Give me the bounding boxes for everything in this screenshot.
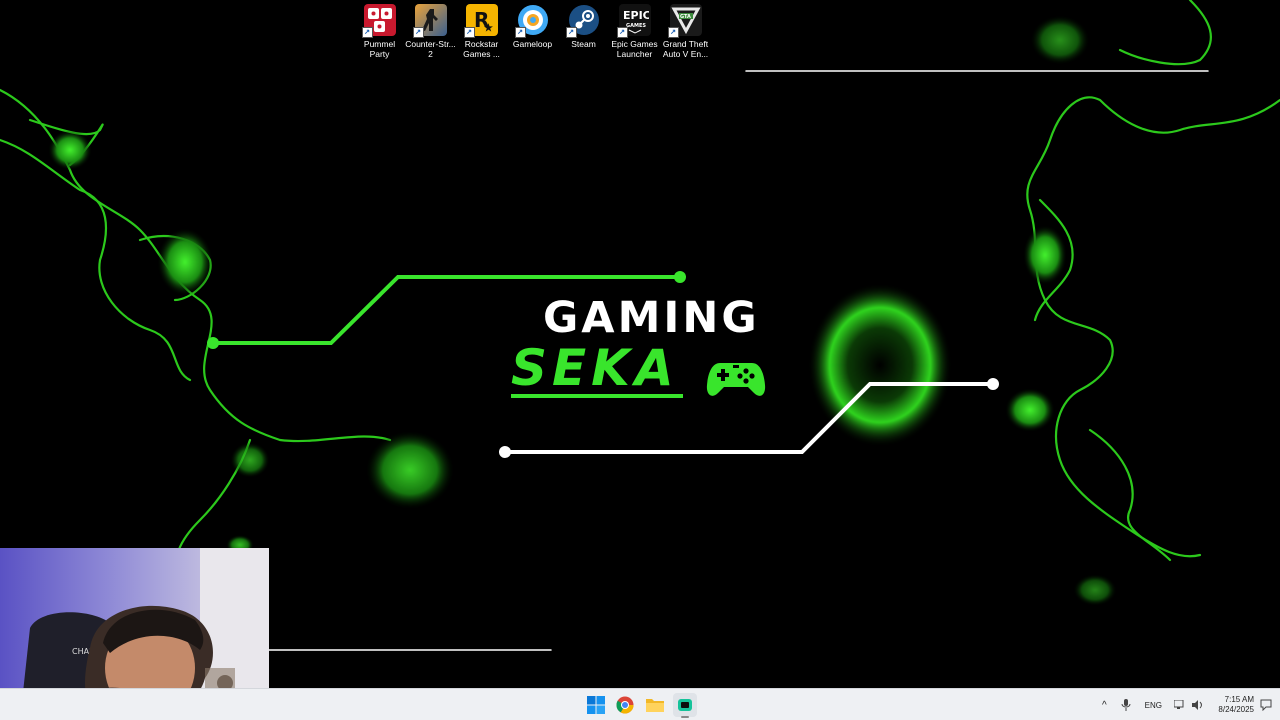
show-hidden-icons-chevron-icon[interactable]: ^ xyxy=(1102,700,1107,711)
language-indicator[interactable]: ENG xyxy=(1145,701,1162,710)
gameloop-icon: ↗ xyxy=(514,4,549,38)
clock-date: 8/24/2025 xyxy=(1218,705,1254,714)
desktop-icon-counter-strike[interactable]: ↗ Counter-Str... 2 xyxy=(405,4,456,59)
desktop-icon-steam[interactable]: ↗ Steam xyxy=(558,4,609,59)
desktop-icon-label: Counter-Str... 2 xyxy=(405,39,456,59)
desktop-icon-label: Epic Games Launcher xyxy=(611,39,658,59)
svg-text:★: ★ xyxy=(484,23,493,33)
desktop-screen: GAMING SEKA ↗ Pummel Party ↗ Counter-Str… xyxy=(0,0,1280,720)
gta-v-icon: GTA ↗ xyxy=(667,4,702,38)
counter-strike-icon: ↗ xyxy=(412,4,447,38)
microphone-icon[interactable] xyxy=(1121,699,1131,711)
desktop-icon-gta-v[interactable]: GTA ↗ Grand Theft Auto V En... xyxy=(660,4,711,59)
steam-icon: ↗ xyxy=(565,4,600,38)
desktop-icon-label: Grand Theft Auto V En... xyxy=(662,39,709,59)
desktop-icon-row: ↗ Pummel Party ↗ Counter-Str... 2 R ★ ↗ R… xyxy=(354,4,711,59)
desktop-icon-label: Pummel Party xyxy=(363,39,396,59)
running-indicator xyxy=(681,716,689,718)
desktop-icon-label: Steam xyxy=(571,39,596,49)
taskbar-file-explorer[interactable] xyxy=(643,693,667,717)
desktop-icon-label: Rockstar Games ... xyxy=(463,39,500,59)
svg-text:GAMES: GAMES xyxy=(626,23,646,29)
wallpaper-title-seka: SEKA xyxy=(511,342,683,398)
rockstar-icon: R ★ ↗ xyxy=(463,4,498,38)
gamepad-icon xyxy=(706,363,766,396)
network-icon[interactable] xyxy=(1174,700,1186,710)
pummel-party-icon: ↗ xyxy=(361,4,396,38)
chrome-icon xyxy=(616,696,634,714)
desktop-icon-label: Gameloop xyxy=(512,39,553,49)
system-tray: ^ ENG 7:15 AM 8/24/2025 xyxy=(1102,689,1280,720)
wallpaper-title-gaming: GAMING xyxy=(543,293,760,343)
desktop-icon-pummel-party[interactable]: ↗ Pummel Party xyxy=(354,4,405,59)
streaming-app-icon xyxy=(678,699,692,711)
taskbar-obs[interactable] xyxy=(673,693,697,718)
notification-icon[interactable] xyxy=(1260,699,1272,711)
clock-time: 7:15 AM xyxy=(1224,695,1254,704)
taskbar-chrome[interactable] xyxy=(613,693,637,717)
desktop-icon-gameloop[interactable]: ↗ Gameloop xyxy=(507,4,558,59)
volume-icon[interactable] xyxy=(1192,700,1204,710)
folder-icon xyxy=(646,699,664,712)
clock[interactable]: 7:15 AM 8/24/2025 xyxy=(1214,695,1254,715)
epic-games-icon: EPIC GAMES ↗ xyxy=(616,4,651,38)
desktop-icon-rockstar-games[interactable]: R ★ ↗ Rockstar Games ... xyxy=(456,4,507,59)
start-button[interactable] xyxy=(584,693,608,717)
svg-text:EPIC: EPIC xyxy=(623,9,649,22)
taskbar: ^ ENG 7:15 AM 8/24/2025 xyxy=(0,688,1280,720)
desktop-icon-epic-games[interactable]: EPIC GAMES ↗ Epic Games Launcher xyxy=(609,4,660,59)
svg-text:GTA: GTA xyxy=(680,14,691,20)
windows-icon xyxy=(587,696,605,714)
